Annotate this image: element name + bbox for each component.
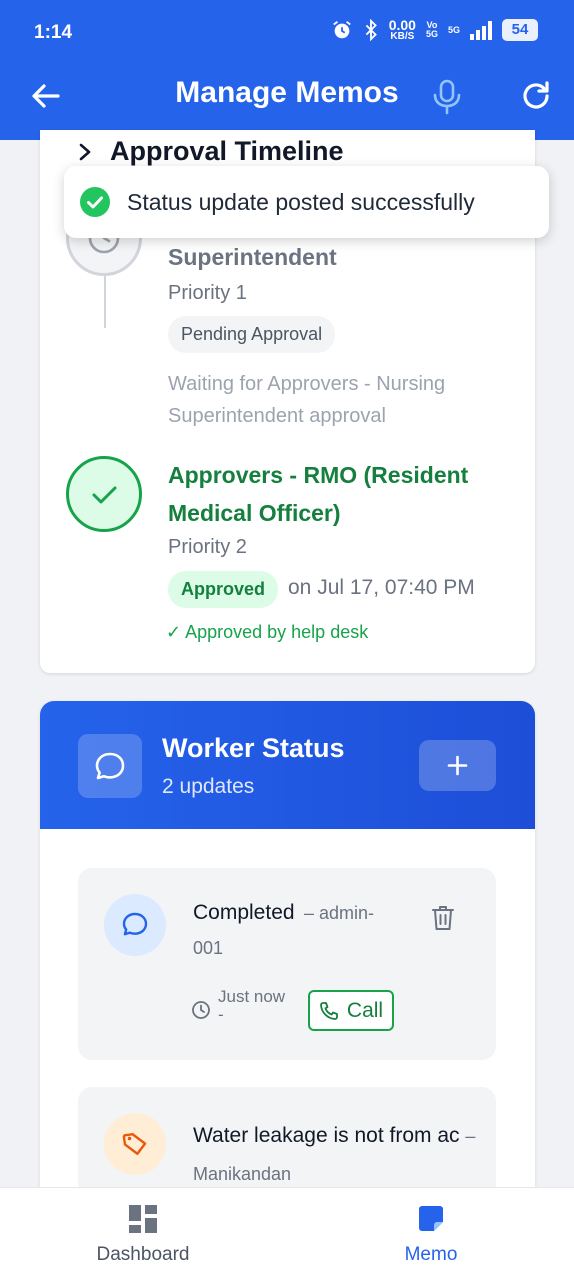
status-icons: 0.00 KB/S Vo 5G 5G 54 xyxy=(331,18,538,42)
update-status: Water leakage is not from ac – Manikanda… xyxy=(193,1124,476,1184)
chevron-right-icon xyxy=(79,143,91,160)
battery-icon: 54 xyxy=(502,19,538,41)
list-item: Water leakage is not from ac – Manikanda… xyxy=(78,1087,496,1201)
clock-icon xyxy=(192,1001,210,1019)
nav-label: Memo xyxy=(404,1244,458,1265)
update-status: Completed xyxy=(193,901,295,924)
status-time: 1:14 xyxy=(34,22,73,43)
app-bar: 1:14 0.00 KB/S Vo 5G 5G 54 Manage Memos xyxy=(0,0,574,140)
phone-icon xyxy=(320,1001,338,1020)
bluetooth-icon xyxy=(365,19,377,41)
timeline-connector xyxy=(104,276,106,328)
approval-timeline-toggle[interactable]: Approval Timeline xyxy=(74,136,344,167)
trash-icon[interactable] xyxy=(430,904,456,932)
network-speed: 0.00 KB/S xyxy=(388,17,416,42)
mic-icon[interactable] xyxy=(430,78,464,116)
nav-memo[interactable]: Memo xyxy=(348,1188,514,1280)
check-circle-icon xyxy=(66,456,142,532)
alarm-icon xyxy=(332,21,351,39)
worker-status-title: Worker Status xyxy=(162,733,345,763)
update-count: 2 updates xyxy=(162,775,255,798)
call-button[interactable]: Call xyxy=(308,990,394,1031)
stage-priority: Priority 2 xyxy=(168,536,247,558)
worker-status-card: Worker Status 2 updates Completed – admi… xyxy=(40,701,535,1201)
update-author: 001 xyxy=(193,938,224,958)
stage-title: Approvers - RMO (Resident Medical Office… xyxy=(168,462,469,526)
dashboard-icon xyxy=(129,1205,157,1233)
list-item: Completed – admin- 001 Just now - Call xyxy=(78,868,496,1060)
update-author: – admin- xyxy=(304,903,375,923)
update-time: Just now - xyxy=(218,987,286,1024)
worker-status-header: Worker Status 2 updates xyxy=(40,701,535,829)
stage-note: Waiting for Approvers - Nursing Superint… xyxy=(168,373,446,427)
refresh-icon[interactable] xyxy=(518,78,554,114)
check-circle-icon xyxy=(80,187,110,217)
volte-indicator: Vo 5G xyxy=(425,20,438,39)
approved-by: ✓ Approved by help desk xyxy=(166,622,369,642)
tag-icon xyxy=(104,1113,166,1175)
nav-dashboard[interactable]: Dashboard xyxy=(60,1188,226,1280)
plus-icon xyxy=(447,755,468,776)
nav-label: Dashboard xyxy=(96,1244,190,1265)
signal-icon xyxy=(470,20,492,40)
network-type: 5G xyxy=(447,24,460,35)
bottom-navigation: Dashboard Memo xyxy=(0,1187,574,1280)
status-badge: Approved xyxy=(168,571,279,608)
approval-date: on Jul 17, 07:40 PM xyxy=(288,576,475,599)
toast-message: Status update posted successfully xyxy=(127,188,475,215)
memo-icon xyxy=(419,1206,443,1231)
stage-priority: Priority 1 xyxy=(168,282,247,304)
status-badge: Pending Approval xyxy=(168,316,336,353)
add-update-button[interactable] xyxy=(419,740,496,791)
page-title: Manage Memos xyxy=(175,76,399,109)
chat-icon xyxy=(78,734,142,798)
stage-title: Superintendent xyxy=(168,244,337,270)
status-bar: 1:14 0.00 KB/S Vo 5G 5G 54 xyxy=(0,0,574,64)
section-title: Approval Timeline xyxy=(110,136,344,166)
chat-icon xyxy=(104,894,166,956)
success-toast: Status update posted successfully xyxy=(64,166,549,238)
